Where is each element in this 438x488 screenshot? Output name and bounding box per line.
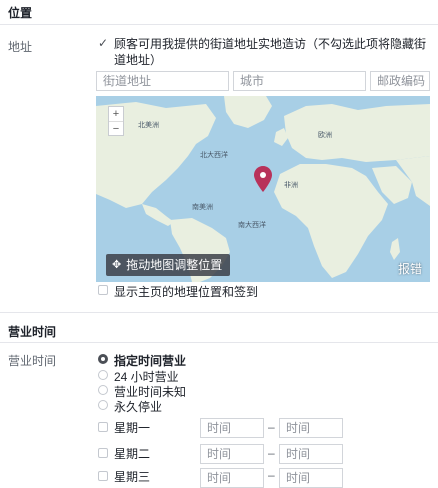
drag-map-button-label: 拖动地图调整位置 [126,258,223,272]
show-checkin-text: 显示主页的地理位置和签到 [114,285,259,299]
address-label: 地址 [8,40,33,54]
monday-open-time-input[interactable]: 时间 [200,418,264,438]
map-pin-icon[interactable] [254,166,272,192]
section-divider [0,342,438,343]
day-checkbox-tuesday[interactable] [98,448,108,458]
hours-option-radio-3[interactable] [98,400,108,410]
day-label-monday: 星期一 [114,421,151,435]
map-label-africa: 非洲 [284,182,298,189]
tuesday-close-time-input[interactable]: 时间 [279,444,343,464]
visit-address-text-line2: 道地址） [114,53,163,67]
day-label-tuesday: 星期二 [114,447,151,461]
hours-label: 营业时间 [8,354,57,368]
hours-option-radio-2[interactable] [98,385,108,395]
day-checkbox-monday[interactable] [98,422,108,432]
visit-address-checkbox[interactable]: ✓ [98,37,110,49]
hours-option-label-3: 永久停业 [114,400,163,414]
map-label-south-america: 南美洲 [192,204,213,211]
day-label-wednesday: 星期三 [114,470,151,484]
section-divider [0,312,438,313]
show-checkin-checkbox[interactable] [98,285,108,295]
visit-address-text: 顾客可用我提供的街道地址实地造访（不勾选此项将隐藏街 道地址） [114,36,432,68]
wednesday-open-time-input[interactable]: 时间 [200,468,264,488]
hours-option-radio-0[interactable] [98,354,108,364]
range-separator: – [268,446,275,460]
move-arrows-icon: ✥ [112,259,122,271]
greenland-shape [224,96,272,128]
zoom-in-button[interactable]: + [109,107,123,121]
monday-close-time-input[interactable]: 时间 [279,418,343,438]
hours-option-label-0: 指定时间营业 [114,354,187,368]
location-section-title: 位置 [8,6,33,20]
tuesday-open-time-input[interactable]: 时间 [200,444,264,464]
map-zoom-control: + − [108,106,124,136]
europe-shape [284,104,430,162]
visit-address-text-line1: 顾客可用我提供的街道地址实地造访（不勾选此项将隐藏街 [114,37,427,51]
map-view[interactable]: + − 北美洲 欧洲 北大西洋 非洲 南美洲 南大西洋 ✥ 拖动地图调整位置 报… [96,96,430,282]
range-separator: – [268,468,275,482]
section-divider [0,24,438,25]
drag-map-button[interactable]: ✥ 拖动地图调整位置 [106,254,231,276]
map-report-link[interactable]: 报错 [398,260,422,277]
hours-section-title: 营业时间 [8,325,57,339]
map-label-europe: 欧洲 [318,132,332,139]
range-separator: – [268,420,275,434]
map-label-south-atlantic: 南大西洋 [238,222,266,229]
central-america-shape [142,204,174,226]
zip-input[interactable]: 邮政编码 [370,71,430,91]
street-address-input[interactable]: 街道地址 [96,71,229,91]
zoom-out-button[interactable]: − [109,122,123,136]
madagascar-shape [390,238,400,260]
hours-option-radio-1[interactable] [98,370,108,380]
map-label-north-america: 北美洲 [138,122,159,129]
city-input[interactable]: 城市 [233,71,366,91]
wednesday-close-time-input[interactable]: 时间 [279,468,343,488]
map-label-atlantic: 北大西洋 [200,152,228,159]
